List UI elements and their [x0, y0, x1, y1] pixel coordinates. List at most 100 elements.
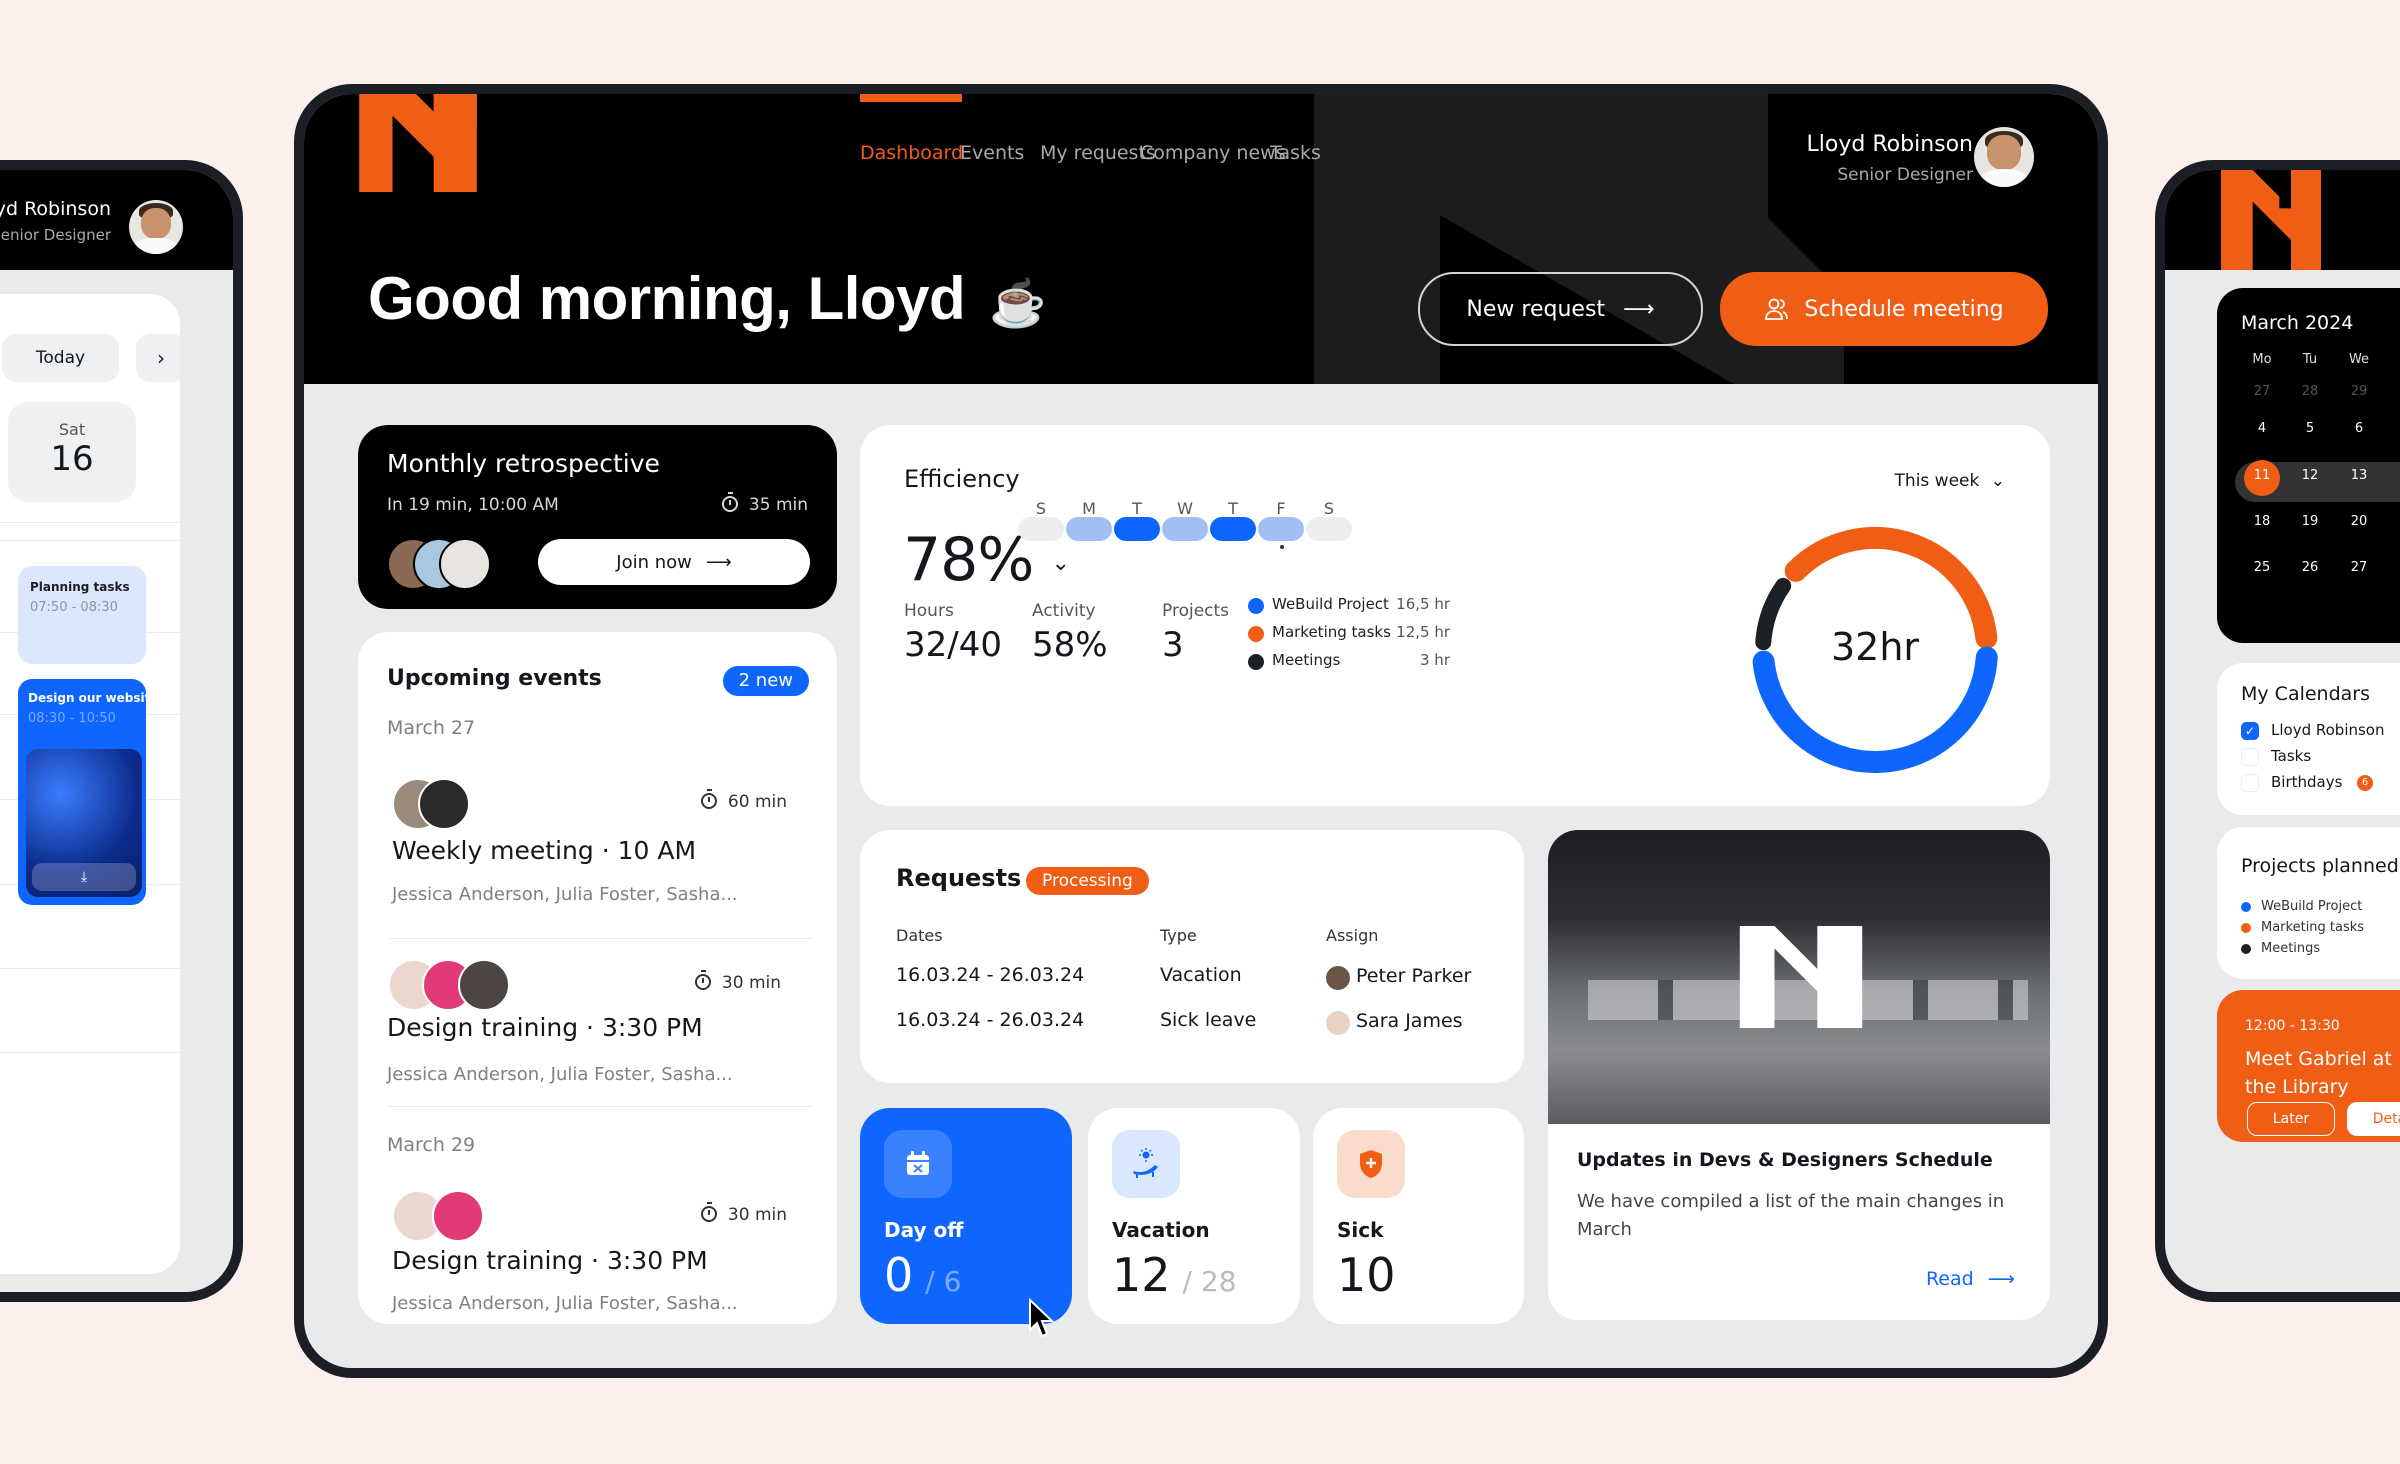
retro-card: Monthly retrospective In 19 min, 10:00 A…: [358, 425, 837, 609]
calendar-checkbox[interactable]: ✓: [2241, 722, 2259, 740]
event-design-website[interactable]: Design our website 08:30 - 10:50 ⤓: [18, 679, 159, 905]
nav-events[interactable]: Events: [960, 142, 1024, 164]
day-activity-bar[interactable]: [1114, 517, 1160, 541]
calendar-day[interactable]: 27: [2247, 384, 2277, 399]
mini-calendar: March 2024 Mo Tu We 27 28 29 4 5 6 11 12 13 18 19 20 25…: [2217, 288, 2400, 643]
legend-value: 16,5 hr: [1396, 595, 1450, 613]
download-button[interactable]: ⤓: [32, 863, 136, 891]
calendar-day[interactable]: 29: [2344, 384, 2374, 399]
calendar-day[interactable]: 13: [2344, 468, 2374, 483]
join-now-button[interactable]: Join now ⟶: [538, 539, 810, 585]
calendar-day[interactable]: 28: [2295, 384, 2325, 399]
day-activity-bar[interactable]: [1210, 517, 1256, 541]
balance-label: Day off: [884, 1218, 964, 1242]
table-row[interactable]: 16.03.24 - 26.03.24 Sick leave Sara James: [860, 1009, 1524, 1045]
balance-used: 10: [1337, 1248, 1396, 1302]
user-name[interactable]: Lloyd Robinson: [1807, 132, 1973, 157]
legend-name: Meetings: [1272, 651, 1341, 669]
read-link[interactable]: Read ⟶: [1926, 1268, 2015, 1290]
efficiency-title: Efficiency: [904, 465, 1020, 493]
user-avatar[interactable]: [1974, 127, 2034, 187]
day-activity-bar[interactable]: [1018, 517, 1064, 541]
donut-segment-webuild-project[interactable]: [1752, 646, 1998, 773]
retro-duration-value: 35 min: [748, 495, 808, 515]
nav-tasks[interactable]: Tasks: [1270, 142, 1321, 164]
nav-dashboard[interactable]: Dashboard: [860, 142, 963, 164]
left-header: Lloyd Robinson Senior Designer: [0, 170, 233, 270]
project-dot: [2241, 923, 2251, 933]
calendar-checkbox[interactable]: [2241, 748, 2259, 766]
day-activity-bar[interactable]: [1162, 517, 1208, 541]
calendar-day[interactable]: 19: [2295, 514, 2325, 529]
schedule-meeting-button[interactable]: Schedule meeting: [1720, 272, 2048, 346]
event-title[interactable]: Weekly meeting · 10 AM: [392, 836, 696, 865]
event-planning-tasks[interactable]: Planning tasks 07:50 - 08:30: [18, 566, 146, 664]
request-dates: 16.03.24 - 26.03.24: [896, 1009, 1085, 1031]
new-badge[interactable]: 2 new: [722, 666, 809, 696]
calendar-day[interactable]: 27: [2344, 560, 2374, 575]
calendar-day[interactable]: 25: [2247, 560, 2277, 575]
left-calendar-panel: Today › Sat 16 Planning tasks 07:50 - 08…: [0, 294, 180, 1274]
day-label: S: [1035, 499, 1047, 518]
calendar-day[interactable]: 26: [2295, 560, 2325, 575]
day-label: T: [1132, 499, 1142, 518]
day-cell-selected[interactable]: Sat 16: [8, 402, 136, 502]
legend-dot: [1248, 654, 1264, 670]
day-activity-bar[interactable]: [1258, 517, 1304, 541]
retro-title: Monthly retrospective: [387, 449, 660, 478]
weekday-label: Mo: [2252, 352, 2272, 367]
calendar-label: Tasks: [2271, 747, 2312, 765]
calendar-day[interactable]: 5: [2295, 421, 2325, 436]
new-request-button[interactable]: New request ⟶: [1418, 272, 1703, 346]
day-weekday: Sat: [58, 420, 86, 439]
legend-value: 12,5 hr: [1396, 623, 1450, 641]
event-title: Planning tasks: [30, 580, 130, 594]
calendar-day[interactable]: 20: [2344, 514, 2374, 529]
right-header: [2165, 170, 2400, 270]
event-title[interactable]: Design training · 3:30 PM: [387, 1013, 703, 1042]
day-activity-bar[interactable]: [1306, 517, 1352, 541]
stat-label: Activity: [1032, 601, 1096, 621]
donut-segment-marketing-tasks[interactable]: [1784, 527, 1998, 649]
stopwatch-icon: [694, 970, 711, 990]
legend-dot: [1248, 626, 1264, 642]
table-row[interactable]: 16.03.24 - 26.03.24 Vacation Peter Parker: [860, 964, 1524, 1000]
calendar-day[interactable]: 12: [2295, 468, 2325, 483]
weekday-label: We: [2348, 352, 2370, 367]
details-button[interactable]: Details: [2347, 1102, 2400, 1136]
next-button[interactable]: ›: [136, 334, 180, 382]
event-title[interactable]: Design training · 3:30 PM: [392, 1246, 708, 1275]
news-image: [1548, 830, 2050, 1124]
shield-plus-icon: [1337, 1130, 1405, 1198]
calendar-day[interactable]: 6: [2344, 421, 2374, 436]
news-card[interactable]: Updates in Devs & Designers Schedule We …: [1548, 830, 2050, 1320]
meeting-card[interactable]: 12:00 - 13:30 Meet Gabriel at the Librar…: [2217, 990, 2400, 1142]
balance-card-sick[interactable]: Sick 10: [1313, 1108, 1524, 1324]
left-user-avatar[interactable]: [129, 200, 183, 254]
period-select[interactable]: This week ⌄: [1895, 471, 2005, 491]
divider: [0, 522, 180, 523]
balance-total: / 28: [1182, 1265, 1237, 1298]
period-label: This week: [1894, 471, 1980, 491]
day-activity-bar[interactable]: [1066, 517, 1112, 541]
nav-my-requests[interactable]: My requests: [1040, 142, 1156, 164]
nav-company-news[interactable]: Company news: [1140, 142, 1286, 164]
later-button[interactable]: Later: [2247, 1102, 2335, 1136]
today-button[interactable]: Today: [2, 334, 119, 382]
request-type: Sick leave: [1160, 1009, 1257, 1031]
event-attendees-text: Jessica Anderson, Julia Foster, Sasha...: [387, 1064, 733, 1085]
calendar-day[interactable]: 11: [2247, 468, 2277, 483]
calendar-day[interactable]: 18: [2247, 514, 2277, 529]
donut-total: 32hr: [1830, 625, 1920, 669]
balance-card-vacation[interactable]: Vacation 12 / 28: [1088, 1108, 1300, 1324]
project-dot: [2241, 944, 2251, 954]
schedule-meeting-label: Schedule meeting: [1804, 296, 2004, 322]
event-duration: 30 min: [700, 1202, 787, 1225]
calendar-day[interactable]: 4: [2247, 421, 2277, 436]
event-duration: 30 min: [694, 970, 781, 993]
request-assignee: Sara James: [1356, 1010, 1463, 1032]
news-title: Updates in Devs & Designers Schedule: [1577, 1149, 1993, 1171]
balance-card-day-off[interactable]: Day off 0 / 6: [860, 1108, 1072, 1324]
calendar-checkbox[interactable]: [2241, 774, 2259, 792]
balance-value: 12 / 28: [1112, 1248, 1237, 1302]
